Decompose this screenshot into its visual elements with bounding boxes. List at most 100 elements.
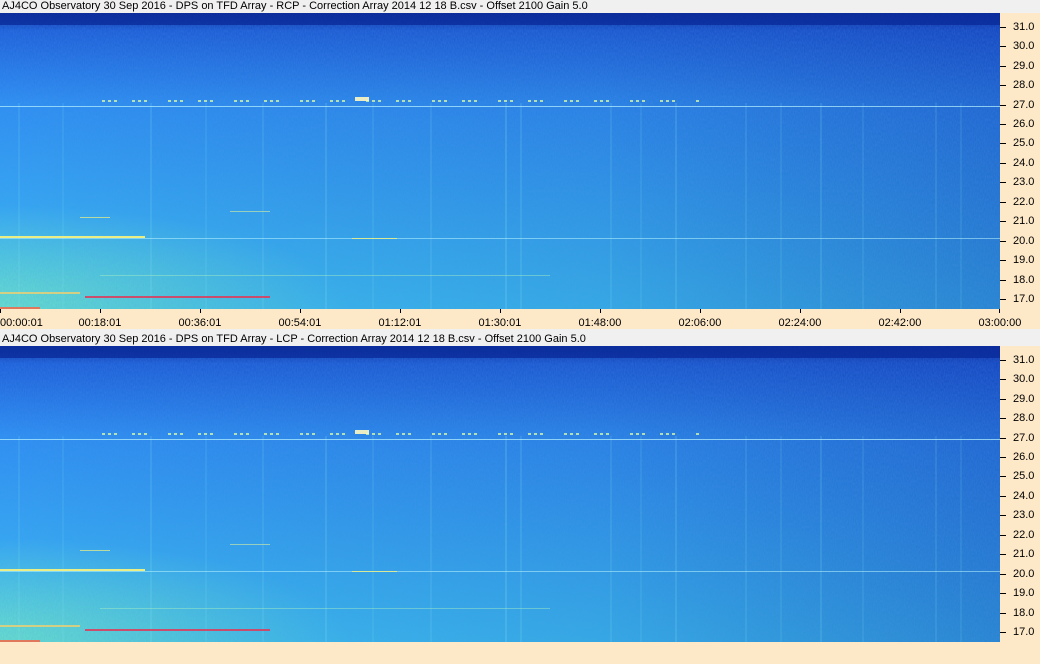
- interference-line: [230, 211, 270, 212]
- streak: [430, 436, 432, 642]
- burst-dot: [306, 433, 309, 435]
- streak: [150, 436, 152, 642]
- burst-dot: [444, 100, 447, 102]
- burst-dot: [336, 100, 339, 102]
- burst-dot: [696, 433, 699, 435]
- streak: [820, 103, 822, 309]
- y-tick-label: 29.0: [1013, 60, 1035, 72]
- x-tick-label: 03:00:00: [978, 317, 1022, 329]
- y-tick-label: 28.0: [1013, 79, 1035, 91]
- y-tick: [1000, 221, 1006, 222]
- y-tick-label: 18.0: [1013, 607, 1035, 619]
- x-tick-label: 00:36:01: [178, 317, 222, 329]
- burst-dot: [336, 433, 339, 435]
- streak: [960, 436, 962, 642]
- streak: [935, 436, 937, 642]
- streak: [675, 103, 677, 309]
- burst-dot: [264, 100, 267, 102]
- streak: [520, 103, 522, 309]
- y-tick-label: 21.0: [1013, 215, 1035, 227]
- streak: [640, 436, 642, 642]
- streak: [935, 103, 937, 309]
- burst-dot: [408, 100, 411, 102]
- interference-line: [0, 571, 1000, 572]
- y-tick-label: 20.0: [1013, 235, 1035, 247]
- burst-bright: [355, 430, 369, 434]
- y-tick: [1000, 476, 1006, 477]
- burst-dot: [528, 433, 531, 435]
- y-tick: [1000, 105, 1006, 106]
- y-tick: [1000, 593, 1006, 594]
- burst-dot: [138, 100, 141, 102]
- x-axis-lcp: [0, 642, 1040, 664]
- streak: [745, 436, 747, 642]
- burst-dot: [438, 433, 441, 435]
- y-tick: [1000, 46, 1006, 47]
- burst-dot: [402, 433, 405, 435]
- streak: [62, 436, 64, 642]
- y-tick-label: 23.0: [1013, 509, 1035, 521]
- y-tick-label: 30.0: [1013, 40, 1035, 52]
- y-tick-label: 25.0: [1013, 470, 1035, 482]
- burst-dot: [174, 100, 177, 102]
- burst-dot: [234, 100, 237, 102]
- streak: [780, 103, 782, 309]
- burst-dot: [180, 433, 183, 435]
- streak: [780, 436, 782, 642]
- streak: [18, 103, 20, 309]
- interference-line: [80, 550, 110, 551]
- y-tick: [1000, 379, 1006, 380]
- interference-line: [0, 238, 1000, 239]
- interference-line: [80, 217, 110, 218]
- x-tick: [700, 309, 701, 313]
- x-tick-label: 01:48:00: [578, 317, 622, 329]
- x-tick-label: 02:06:00: [678, 317, 722, 329]
- burst-dot: [174, 433, 177, 435]
- y-tick: [1000, 260, 1006, 261]
- burst-dot: [606, 100, 609, 102]
- y-tick: [1000, 202, 1006, 203]
- interference-line: [352, 238, 397, 239]
- burst-dot: [396, 433, 399, 435]
- burst-dot: [402, 100, 405, 102]
- burst-dot: [642, 100, 645, 102]
- burst-dot: [534, 100, 537, 102]
- interference-line: [0, 625, 80, 627]
- burst-dot: [204, 100, 207, 102]
- burst-dot: [630, 433, 633, 435]
- burst-dot: [144, 100, 147, 102]
- burst-dot: [498, 433, 501, 435]
- spectrogram-image: [0, 346, 1000, 642]
- burst-dot: [540, 433, 543, 435]
- burst-dot: [666, 433, 669, 435]
- burst-dot: [660, 433, 663, 435]
- streak: [610, 103, 612, 309]
- burst-dot: [372, 100, 375, 102]
- y-tick-label: 26.0: [1013, 118, 1035, 130]
- streak: [675, 436, 677, 642]
- streak: [505, 436, 507, 642]
- interference-line: [230, 544, 270, 545]
- y-tick-label: 21.0: [1013, 548, 1035, 560]
- y-tick: [1000, 496, 1006, 497]
- burst-dot: [246, 100, 249, 102]
- burst-dot: [210, 433, 213, 435]
- burst-dot: [234, 433, 237, 435]
- burst-dot: [378, 433, 381, 435]
- y-tick-label: 19.0: [1013, 254, 1035, 266]
- y-tick: [1000, 66, 1006, 67]
- spectrogram-lcp: [0, 346, 1000, 642]
- top-band: [0, 13, 1000, 25]
- x-tick: [600, 309, 601, 313]
- y-tick-label: 20.0: [1013, 568, 1035, 580]
- streak: [262, 103, 264, 309]
- x-tick-label: 00:54:01: [278, 317, 322, 329]
- burst-dot: [114, 433, 117, 435]
- interference-line: [0, 569, 145, 571]
- burst-dot: [270, 433, 273, 435]
- y-tick-label: 24.0: [1013, 490, 1035, 502]
- streak: [62, 103, 64, 309]
- burst-bright: [355, 97, 369, 101]
- streak: [430, 103, 432, 309]
- x-tick: [0, 309, 1, 313]
